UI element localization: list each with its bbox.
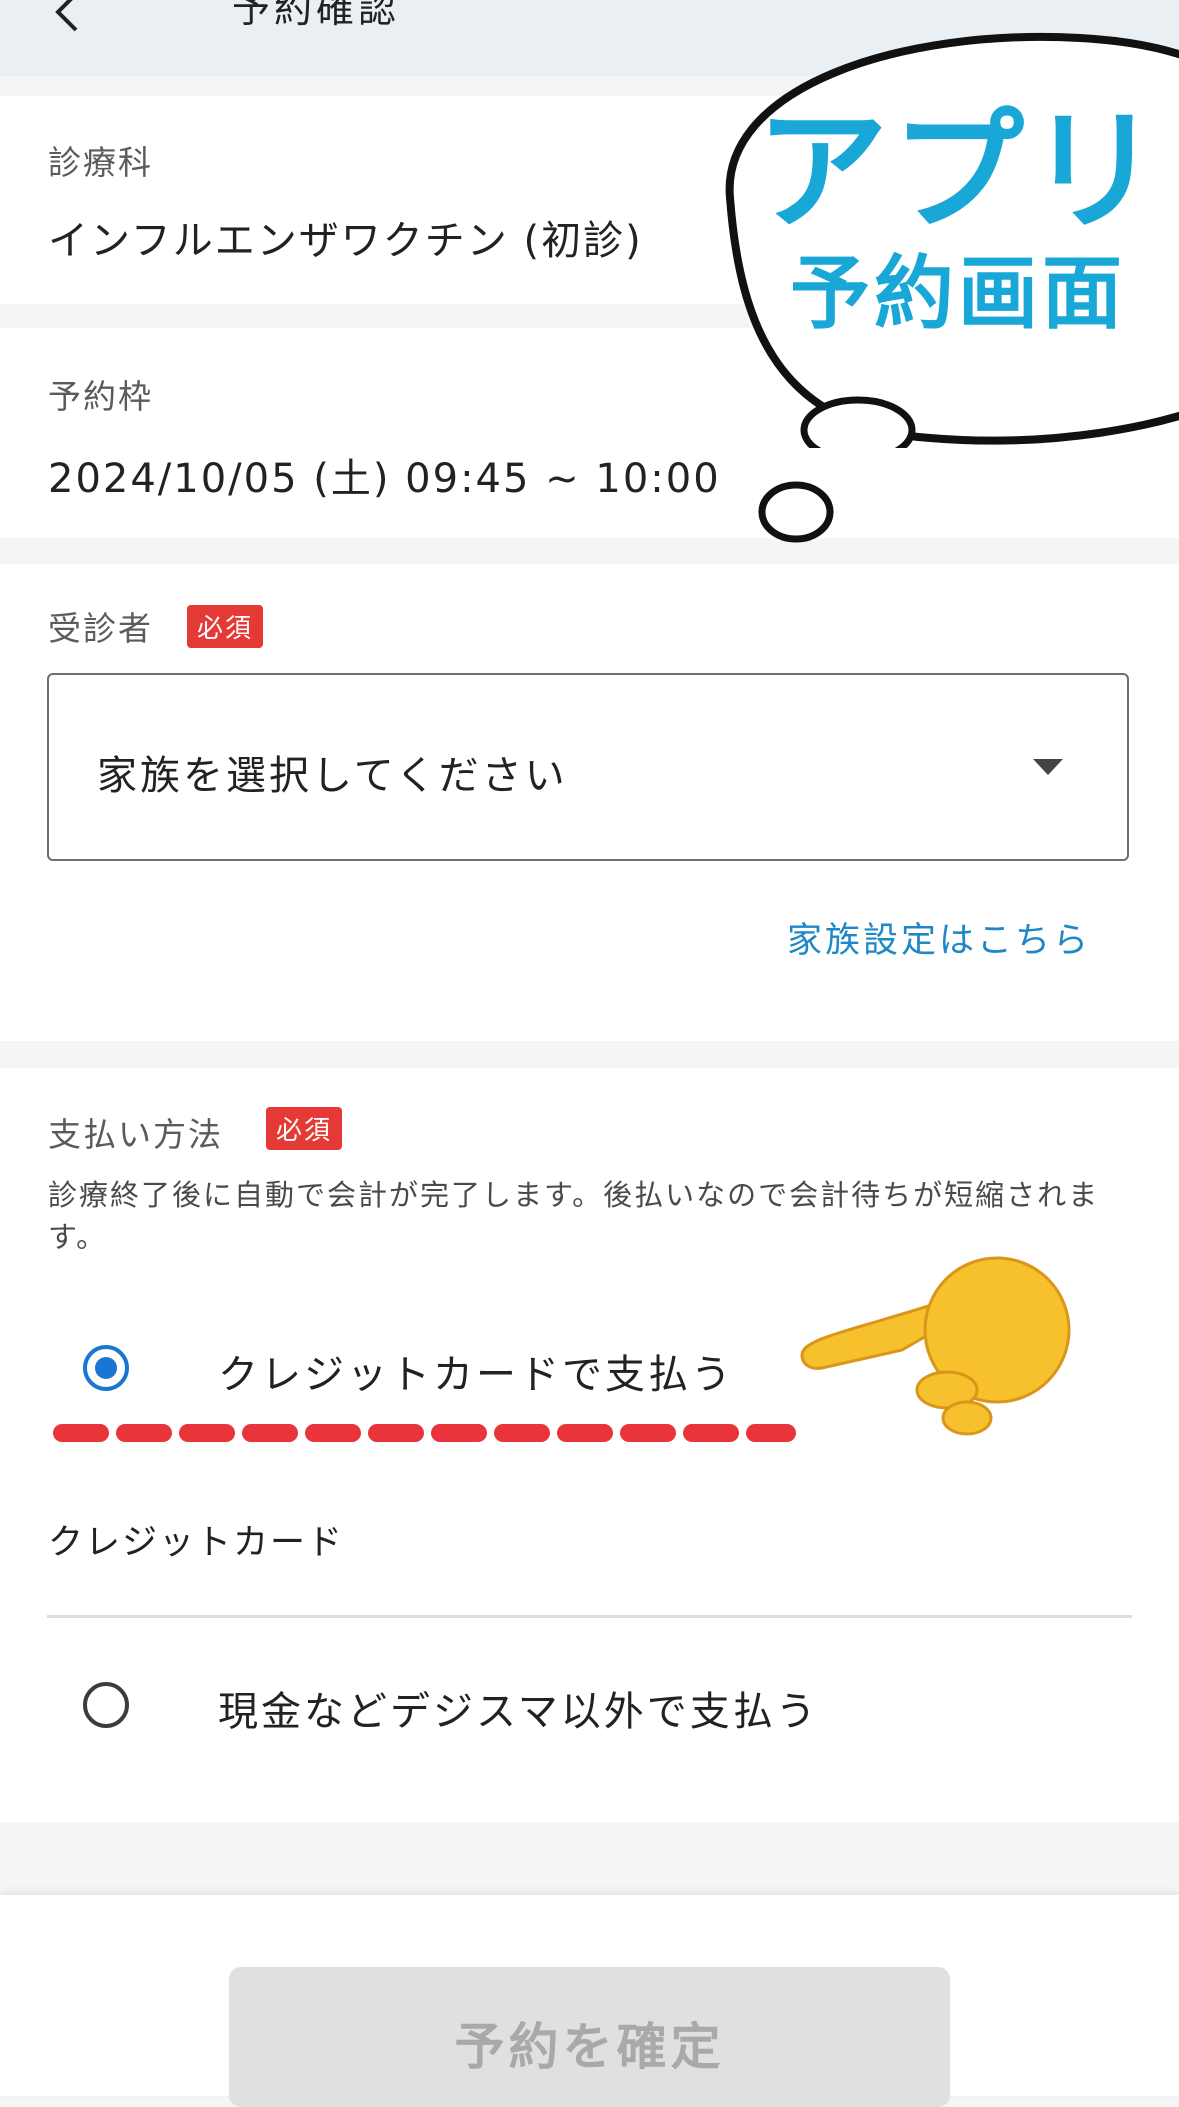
family-select[interactable]: 家族を選択してください (47, 673, 1129, 861)
department-label: 診療科 (48, 143, 153, 182)
required-badge: 必須 (187, 605, 264, 648)
radio-cash-label[interactable]: 現金などデジスマ以外で支払う (218, 1679, 819, 1737)
page-title: 予約確認 (232, 0, 401, 31)
radio-credit-card[interactable] (83, 1345, 129, 1391)
slot-value: 2024/10/05 (土) 09:45 ~ 10:00 (48, 456, 721, 502)
slot-label: 予約枠 (48, 377, 153, 416)
pointing-hand-icon (800, 1256, 1071, 1436)
thought-bubble-tail (758, 481, 834, 543)
dropdown-arrow-icon (1033, 759, 1063, 775)
bubble-text-app: アプリ (756, 95, 1164, 249)
confirm-button[interactable]: 予約を確定 (229, 1967, 950, 2107)
divider (47, 1615, 1132, 1618)
payment-label: 支払い方法 (48, 1115, 223, 1154)
radio-cash[interactable] (83, 1682, 129, 1728)
department-value: インフルエンザワクチン (初診) (48, 218, 643, 264)
family-settings-link[interactable]: 家族設定はこちら (787, 912, 1091, 963)
patient-label: 受診者 (48, 609, 153, 648)
bubble-text-reservation-screen: 予約画面 (790, 247, 1126, 340)
red-dashed-underline (53, 1424, 796, 1442)
confirm-button-label: 予約を確定 (454, 2019, 725, 2075)
radio-credit-card-label[interactable]: クレジットカードで支払う (218, 1342, 734, 1400)
family-select-placeholder: 家族を選択してください (97, 753, 568, 799)
required-badge: 必須 (266, 1107, 343, 1150)
credit-card-label: クレジットカード (48, 1523, 345, 1563)
chevron-left-icon[interactable] (46, 0, 86, 32)
